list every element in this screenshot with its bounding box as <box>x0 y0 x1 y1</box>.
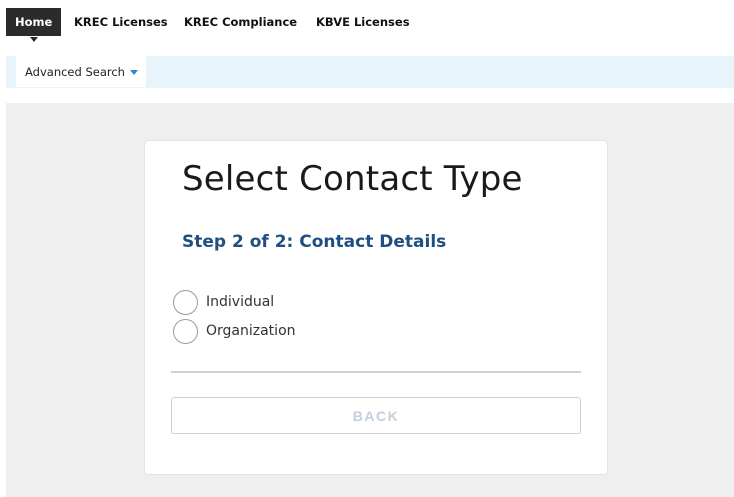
tab-kbve-licenses-label: KBVE Licenses <box>316 15 410 29</box>
radio-label: Individual <box>206 294 275 310</box>
radio-option-organization[interactable]: Organization <box>173 318 296 344</box>
tab-krec-licenses[interactable]: KREC Licenses <box>74 8 168 36</box>
radio-button[interactable] <box>173 289 198 315</box>
main-content: Select Contact Type Step 2 of 2: Contact… <box>6 103 734 497</box>
divider <box>171 371 581 373</box>
chevron-down-icon <box>129 70 138 75</box>
radio-option-individual[interactable]: Individual <box>173 289 274 315</box>
tab-home-label: Home <box>15 15 53 29</box>
active-tab-caret-icon <box>29 37 38 42</box>
sub-navigation: Advanced Search <box>6 56 734 88</box>
back-button[interactable]: BACK <box>171 397 581 434</box>
tab-krec-compliance-label: KREC Compliance <box>184 15 298 29</box>
advanced-search-label: Advanced Search <box>25 64 125 79</box>
top-navigation: Home KREC Licenses KREC Compliance KBVE … <box>0 0 734 48</box>
contact-type-card: Select Contact Type Step 2 of 2: Contact… <box>144 140 608 475</box>
tab-krec-licenses-label: KREC Licenses <box>74 15 168 29</box>
step-title: Step 2 of 2: Contact Details <box>182 232 447 252</box>
radio-label: Organization <box>206 323 296 339</box>
page-title: Select Contact Type <box>182 159 523 199</box>
advanced-search-menu[interactable]: Advanced Search <box>16 56 146 87</box>
tab-home[interactable]: Home <box>6 8 62 42</box>
radio-button[interactable] <box>173 318 198 344</box>
tab-kbve-licenses[interactable]: KBVE Licenses <box>316 8 410 36</box>
tab-krec-compliance[interactable]: KREC Compliance <box>184 8 297 36</box>
